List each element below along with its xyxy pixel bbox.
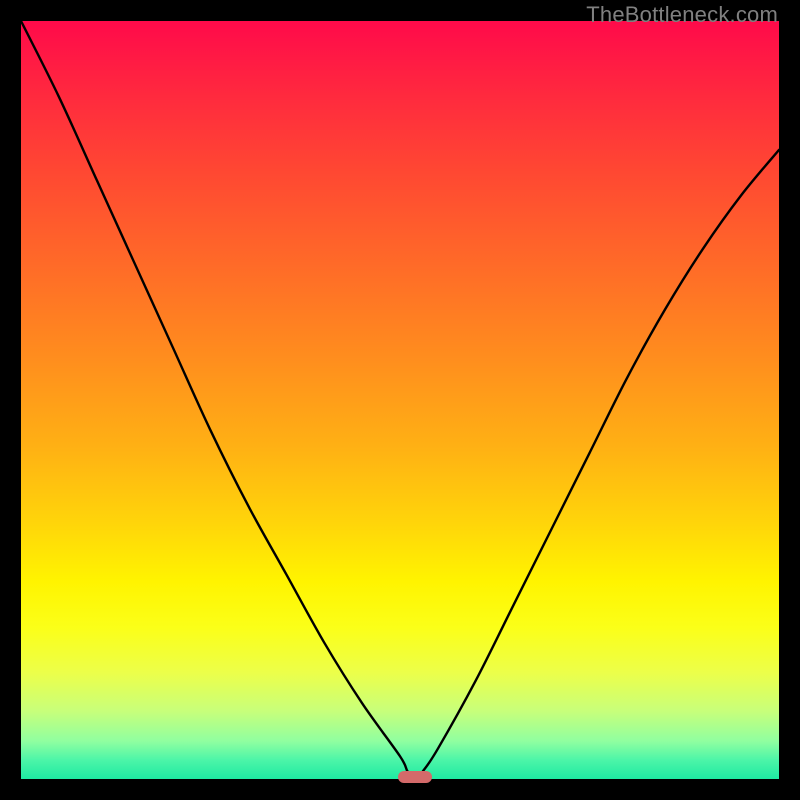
watermark-text: TheBottleneck.com [586,2,778,28]
min-marker [398,771,432,783]
bottleneck-curve [21,21,779,779]
chart-frame: TheBottleneck.com [0,0,800,800]
plot-area [21,21,779,779]
